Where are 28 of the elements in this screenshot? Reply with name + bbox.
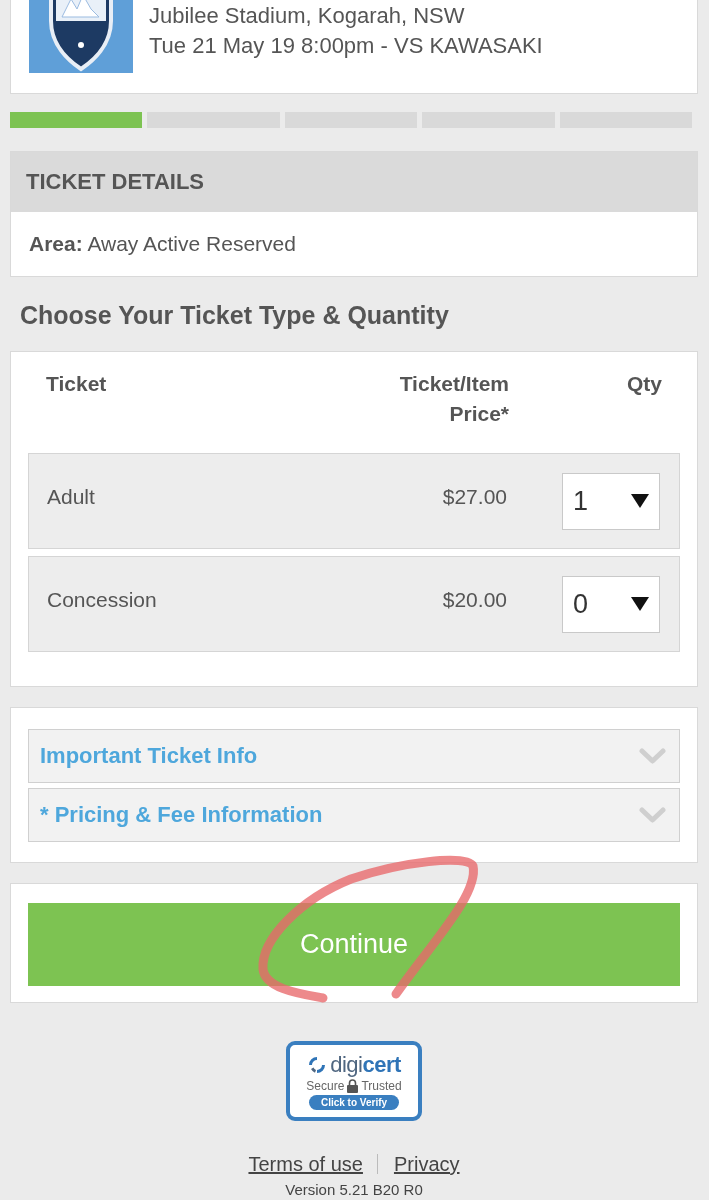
- lock-icon: [347, 1078, 359, 1093]
- seal-text: Trusted: [361, 1077, 402, 1094]
- area-text: Area: Away Active Reserved: [28, 231, 297, 257]
- seal-brand: digicert: [330, 1052, 401, 1077]
- ticket-name: Adult: [47, 485, 96, 510]
- quantity-select[interactable]: 1: [562, 472, 660, 530]
- caret-icon: [631, 597, 649, 611]
- seal-text: Secure: [306, 1077, 345, 1094]
- ticket-name: Concession: [47, 588, 158, 613]
- security-seal[interactable]: digicert Secure Trusted Click to Verify: [286, 1041, 422, 1121]
- footer-link[interactable]: Terms of use: [248, 1150, 363, 1178]
- circular-arrows-icon: [307, 1054, 328, 1075]
- footer-link[interactable]: Privacy: [393, 1150, 460, 1178]
- chevron-down-icon: [639, 747, 666, 765]
- column-header: Ticket: [46, 371, 108, 397]
- ticket-price: $27.00: [442, 485, 507, 510]
- column-header: Ticket/Item Price*: [398, 371, 509, 427]
- section-heading: Choose Your Ticket Type & Quantity: [19, 300, 450, 330]
- chevron-down-icon: [639, 806, 666, 824]
- event-datetime: Tue 21 May 19 8:00pm - VS KAWASAKI: [149, 32, 543, 60]
- caret-icon: [631, 494, 649, 508]
- quantity-select[interactable]: 0: [562, 575, 660, 633]
- ticket-price: $20.00: [442, 588, 507, 613]
- verify-label: Click to Verify: [308, 1094, 400, 1110]
- version-text: Version 5.21 B20 R0: [284, 1181, 424, 1199]
- venue-text: Jubilee Stadium, Kogarah, NSW: [149, 2, 466, 30]
- section-header: TICKET DETAILS: [11, 152, 697, 212]
- column-header: Qty: [626, 371, 662, 397]
